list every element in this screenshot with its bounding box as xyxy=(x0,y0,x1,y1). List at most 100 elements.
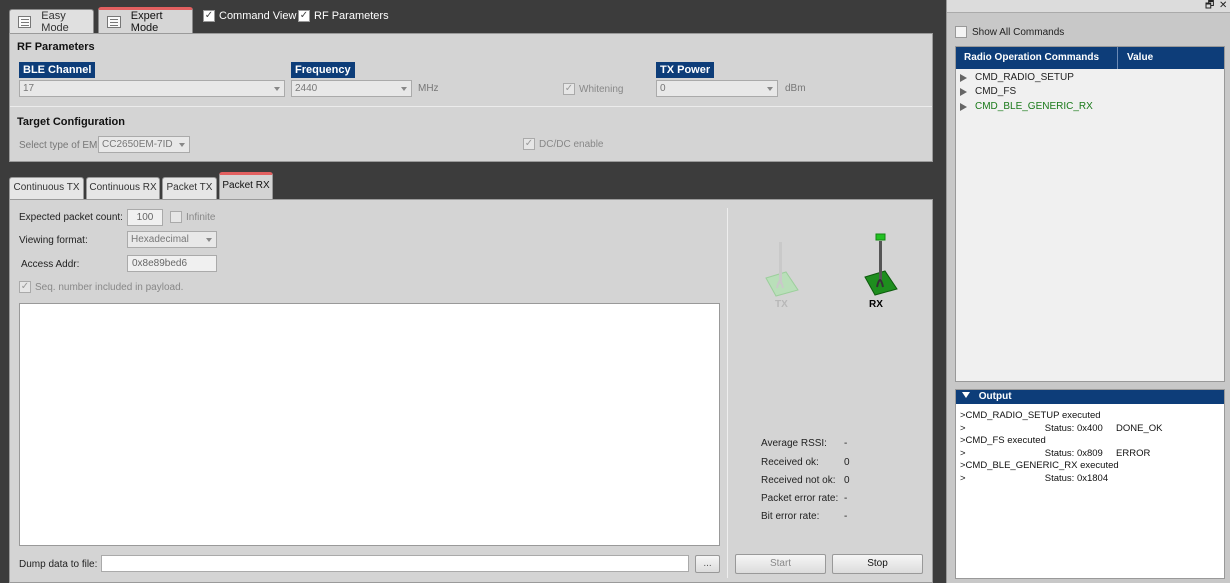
checkbox-empty-icon xyxy=(170,211,182,223)
close-icon[interactable]: ✕ xyxy=(1219,0,1227,12)
received-not-ok-label: Received not ok: xyxy=(761,475,836,486)
rf-parameters-title: RF Parameters xyxy=(17,41,95,53)
command-item-fs[interactable]: CMD_FS xyxy=(960,86,1016,97)
output-line: > Status: 0x809 ERROR xyxy=(960,448,1151,459)
tx-label: TX xyxy=(775,299,788,310)
tab-continuous-tx[interactable]: Continuous TX xyxy=(9,177,84,199)
section-divider xyxy=(10,106,932,107)
rf-parameters-label: RF Parameters xyxy=(314,10,389,22)
command-name: CMD_RADIO_SETUP xyxy=(975,72,1074,83)
viewing-format-dropdown[interactable]: Hexadecimal xyxy=(127,231,217,248)
dcdc-enable-checkbox[interactable]: ✓ DC/DC enable xyxy=(523,138,603,150)
output-panel: Output >CMD_RADIO_SETUP executed > Statu… xyxy=(955,389,1225,579)
command-name: CMD_FS xyxy=(975,86,1017,97)
chevron-down-icon xyxy=(767,87,773,91)
collapse-triangle-icon xyxy=(962,392,970,398)
expand-triangle-icon[interactable] xyxy=(960,73,967,82)
received-not-ok-value: 0 xyxy=(844,475,850,486)
checkmark-icon: ✓ xyxy=(298,10,310,22)
frequency-unit: MHz xyxy=(418,83,439,94)
infinite-label: Infinite xyxy=(186,211,216,223)
expected-count-label: Expected packet count: xyxy=(19,212,123,223)
viewing-format-value: Hexadecimal xyxy=(131,234,189,245)
checkbox-empty-icon xyxy=(955,26,967,38)
em-type-dropdown[interactable]: CC2650EM-7ID xyxy=(98,136,190,153)
output-title: Output xyxy=(978,391,1012,402)
average-rssi-value: - xyxy=(844,438,848,449)
document-icon xyxy=(107,15,121,28)
expert-mode-tab[interactable]: Expert Mode xyxy=(98,7,193,34)
payload-output-area[interactable] xyxy=(19,303,720,546)
checkmark-icon: ✓ xyxy=(523,138,535,150)
chevron-down-icon xyxy=(206,238,212,242)
easy-mode-tab[interactable]: Easy Mode xyxy=(9,9,94,34)
packet-error-rate-value: - xyxy=(844,493,848,504)
select-em-label: Select type of EM xyxy=(19,140,98,151)
seq-number-label: Seq. number included in payload. xyxy=(35,281,184,293)
frequency-dropdown[interactable]: 2440 xyxy=(291,80,412,97)
checkmark-icon: ✓ xyxy=(19,281,31,293)
em-type-value: CC2650EM-7ID xyxy=(102,139,173,150)
command-view-checkbox[interactable]: ✓ Command View xyxy=(203,10,296,22)
expand-triangle-icon[interactable] xyxy=(960,87,967,96)
document-icon xyxy=(18,15,32,28)
dump-to-file-label: Dump data to file: xyxy=(19,559,98,570)
command-view-label: Command View xyxy=(219,10,297,22)
checkmark-icon: ✓ xyxy=(203,10,215,22)
start-button[interactable]: Start xyxy=(735,554,826,574)
tab-packet-rx[interactable]: Packet RX xyxy=(219,172,273,199)
frequency-label: Frequency xyxy=(291,62,355,78)
restore-window-icon[interactable]: 🗗 xyxy=(1205,0,1214,12)
dump-file-input[interactable] xyxy=(101,555,689,572)
tx-power-value: 0 xyxy=(660,83,666,94)
radio-commands-table: Radio Operation Commands Value CMD_RADIO… xyxy=(955,46,1225,382)
command-item-ble-generic-rx[interactable]: CMD_BLE_GENERIC_RX xyxy=(960,101,1093,112)
column-divider xyxy=(1117,47,1118,69)
browse-button[interactable]: ... xyxy=(695,555,720,573)
bit-error-rate-value: - xyxy=(844,511,848,522)
access-addr-input[interactable]: 0x8e89bed6 xyxy=(127,255,217,272)
seq-number-checkbox[interactable]: ✓ Seq. number included in payload. xyxy=(19,281,183,293)
panel-header: 🗗 ✕ xyxy=(947,0,1230,13)
ble-channel-value: 17 xyxy=(23,83,35,94)
value-column-header[interactable]: Value xyxy=(1127,52,1153,63)
expand-triangle-icon[interactable] xyxy=(960,102,967,111)
output-header[interactable]: Output xyxy=(956,390,1224,404)
commands-column-header[interactable]: Radio Operation Commands xyxy=(964,52,1099,63)
tab-continuous-rx[interactable]: Continuous RX xyxy=(86,177,160,199)
whitening-label: Whitening xyxy=(579,83,624,95)
checkmark-icon: ✓ xyxy=(563,83,575,95)
ble-channel-dropdown[interactable]: 17 xyxy=(19,80,285,97)
tx-power-unit: dBm xyxy=(785,83,806,94)
infinite-checkbox[interactable]: Infinite xyxy=(170,211,215,223)
dcdc-enable-label: DC/DC enable xyxy=(539,138,604,150)
vertical-separator xyxy=(727,208,728,578)
tab-packet-tx[interactable]: Packet TX xyxy=(162,177,217,199)
command-view-panel: 🗗 ✕ Show All Commands Radio Operation Co… xyxy=(946,0,1230,583)
received-ok-value: 0 xyxy=(844,457,850,468)
whitening-checkbox[interactable]: ✓ Whitening xyxy=(563,83,623,95)
chevron-down-icon xyxy=(179,143,185,147)
command-item-radio-setup[interactable]: CMD_RADIO_SETUP xyxy=(960,72,1074,83)
rf-parameters-checkbox[interactable]: ✓ RF Parameters xyxy=(298,10,389,22)
chevron-down-icon xyxy=(274,87,280,91)
tx-power-dropdown[interactable]: 0 xyxy=(656,80,778,97)
rf-parameters-panel: RF Parameters BLE Channel 17 Frequency 2… xyxy=(9,33,933,162)
output-line: > Status: 0x400 DONE_OK xyxy=(960,423,1163,434)
expected-count-input[interactable]: 100 xyxy=(127,209,163,226)
output-line: >CMD_RADIO_SETUP executed xyxy=(960,410,1101,421)
target-configuration-title: Target Configuration xyxy=(17,116,125,128)
output-line: >CMD_FS executed xyxy=(960,435,1046,446)
chevron-down-icon xyxy=(401,87,407,91)
viewing-format-label: Viewing format: xyxy=(19,235,88,246)
packet-rx-panel: Expected packet count: 100 Infinite View… xyxy=(9,199,933,583)
show-all-commands-checkbox[interactable]: Show All Commands xyxy=(955,26,1064,38)
rx-antenna-icon xyxy=(864,233,898,296)
mode-bar: Easy Mode Expert Mode ✓ Command View ✓ R… xyxy=(0,0,945,34)
easy-mode-label: Easy Mode xyxy=(41,9,69,34)
command-name: CMD_BLE_GENERIC_RX xyxy=(975,101,1093,112)
stop-button[interactable]: Stop xyxy=(832,554,923,574)
table-header: Radio Operation Commands Value xyxy=(956,47,1224,69)
tx-antenna-icon xyxy=(765,242,799,297)
frequency-value: 2440 xyxy=(295,83,318,94)
